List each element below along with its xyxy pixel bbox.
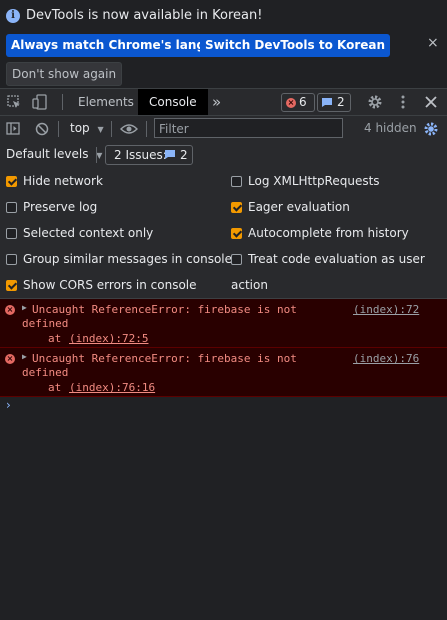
info-icon: i xyxy=(6,9,20,23)
console-settings-gear-icon[interactable] xyxy=(423,121,439,137)
stack-at: at xyxy=(48,332,62,345)
setting-label: Autocomplete from history xyxy=(248,226,409,240)
setting-selected-context-only[interactable]: Selected context only xyxy=(6,220,232,246)
error-text-cont: defined xyxy=(22,366,69,379)
console-error-message: × ▶ Uncaught ReferenceError: firebase is… xyxy=(0,299,447,348)
tab-elements[interactable]: Elements xyxy=(78,89,134,115)
checkbox[interactable] xyxy=(231,176,242,187)
checkbox[interactable] xyxy=(6,202,17,213)
default-levels-dropdown[interactable]: Default levels ▼ xyxy=(6,147,102,161)
more-options-icon[interactable] xyxy=(400,94,406,110)
infobar-message: DevTools is now available in Korean! xyxy=(26,8,263,23)
console-error-message: × ▶ Uncaught ReferenceError: firebase is… xyxy=(0,348,447,397)
checkbox[interactable] xyxy=(6,228,17,239)
expand-triangle-icon[interactable]: ▶ xyxy=(22,352,27,361)
more-tabs-icon[interactable]: » xyxy=(212,89,221,115)
language-infobar: i DevTools is now available in Korean! A… xyxy=(0,0,447,88)
devtools-tab-bar: Elements Console » × 6 2 xyxy=(0,88,447,116)
settings-right-column: Log XMLHttpRequests Eager evaluation Aut… xyxy=(231,168,447,292)
error-icon: × xyxy=(5,305,15,315)
checkbox[interactable] xyxy=(231,228,242,239)
source-link[interactable]: (index):72 xyxy=(353,303,419,316)
divider xyxy=(62,94,63,110)
checkbox[interactable] xyxy=(6,280,17,291)
close-devtools-icon[interactable] xyxy=(425,96,437,108)
error-text: Uncaught ReferenceError: firebase is not xyxy=(32,352,297,365)
chevron-down-icon: ▼ xyxy=(97,125,104,134)
source-link[interactable]: (index):76 xyxy=(353,352,419,365)
setting-show-cors-errors[interactable]: Show CORS errors in console xyxy=(6,272,232,298)
setting-log-xmlhttprequests[interactable]: Log XMLHttpRequests xyxy=(231,168,447,194)
setting-label: Preserve log xyxy=(23,200,98,214)
issues-button[interactable]: 2 Issues: 2 xyxy=(105,145,193,165)
switch-to-korean-button[interactable]: Switch DevTools to Korean xyxy=(200,34,391,57)
stack-trace-link[interactable]: (index):72:5 xyxy=(69,332,148,345)
message-icon xyxy=(322,98,332,107)
setting-label: Show CORS errors in console xyxy=(23,278,197,292)
levels-bar: Default levels ▼ 2 Issues: 2 xyxy=(0,142,447,169)
close-infobar-icon[interactable]: × xyxy=(427,35,439,51)
issues-label: 2 Issues: xyxy=(114,148,167,162)
console-toolbar: top ▼ Filter 4 hidden xyxy=(0,116,447,143)
issue-message-icon xyxy=(165,150,175,159)
error-count: 6 xyxy=(299,95,307,109)
clear-console-icon[interactable] xyxy=(35,122,49,136)
setting-label: Eager evaluation xyxy=(248,200,350,214)
error-count-badge[interactable]: × 6 xyxy=(281,93,315,112)
checkbox[interactable] xyxy=(6,176,17,187)
expand-triangle-icon[interactable]: ▶ xyxy=(22,303,27,312)
dont-show-again-button[interactable]: Don't show again xyxy=(6,62,123,86)
checkbox[interactable] xyxy=(231,202,242,213)
device-toolbar-icon[interactable] xyxy=(32,94,48,110)
divider xyxy=(96,147,97,163)
console-prompt-icon: › xyxy=(6,398,11,412)
setting-eager-evaluation[interactable]: Eager evaluation xyxy=(231,194,447,220)
tab-console[interactable]: Console xyxy=(138,89,208,115)
stack-trace-link[interactable]: (index):76:16 xyxy=(69,381,155,394)
show-sidebar-icon[interactable] xyxy=(6,122,21,136)
divider xyxy=(111,121,112,137)
settings-left-column: Hide network Preserve log Selected conte… xyxy=(6,168,232,298)
default-levels-label: Default levels xyxy=(6,147,89,161)
setting-autocomplete-history[interactable]: Autocomplete from history xyxy=(231,220,447,246)
settings-gear-icon[interactable] xyxy=(367,94,383,110)
setting-label: Log XMLHttpRequests xyxy=(248,174,380,188)
context-selector[interactable]: top ▼ xyxy=(70,121,104,135)
stack-at: at xyxy=(48,381,62,394)
filter-input[interactable]: Filter xyxy=(154,118,343,138)
error-text: Uncaught ReferenceError: firebase is not xyxy=(32,303,297,316)
setting-hide-network[interactable]: Hide network xyxy=(6,168,232,194)
divider xyxy=(146,121,147,137)
console-input[interactable] xyxy=(18,398,438,414)
setting-label: Group similar messages in console xyxy=(23,252,232,266)
inspect-element-icon[interactable] xyxy=(7,95,21,109)
chevron-down-icon: ▼ xyxy=(96,151,103,160)
checkbox[interactable] xyxy=(6,254,17,265)
message-count-badge[interactable]: 2 xyxy=(317,93,351,112)
error-text-cont: defined xyxy=(22,317,69,330)
checkbox[interactable] xyxy=(231,254,242,265)
setting-group-similar[interactable]: Group similar messages in console xyxy=(6,246,232,272)
context-label: top xyxy=(70,121,90,135)
hidden-count: 4 hidden xyxy=(364,121,417,135)
setting-treat-eval-as-user-action[interactable]: Treat code evaluation as user action xyxy=(231,246,447,292)
divider xyxy=(58,121,59,137)
console-settings-pane: Hide network Preserve log Selected conte… xyxy=(0,168,447,299)
setting-label: Hide network xyxy=(23,174,103,188)
setting-preserve-log[interactable]: Preserve log xyxy=(6,194,232,220)
error-icon: × xyxy=(5,354,15,364)
error-icon: × xyxy=(286,98,296,108)
setting-label: Selected context only xyxy=(23,226,154,240)
message-count: 2 xyxy=(337,95,345,109)
issues-count: 2 xyxy=(180,148,188,162)
live-expression-eye-icon[interactable] xyxy=(120,123,138,135)
setting-label: Treat code evaluation as user action xyxy=(231,252,425,292)
